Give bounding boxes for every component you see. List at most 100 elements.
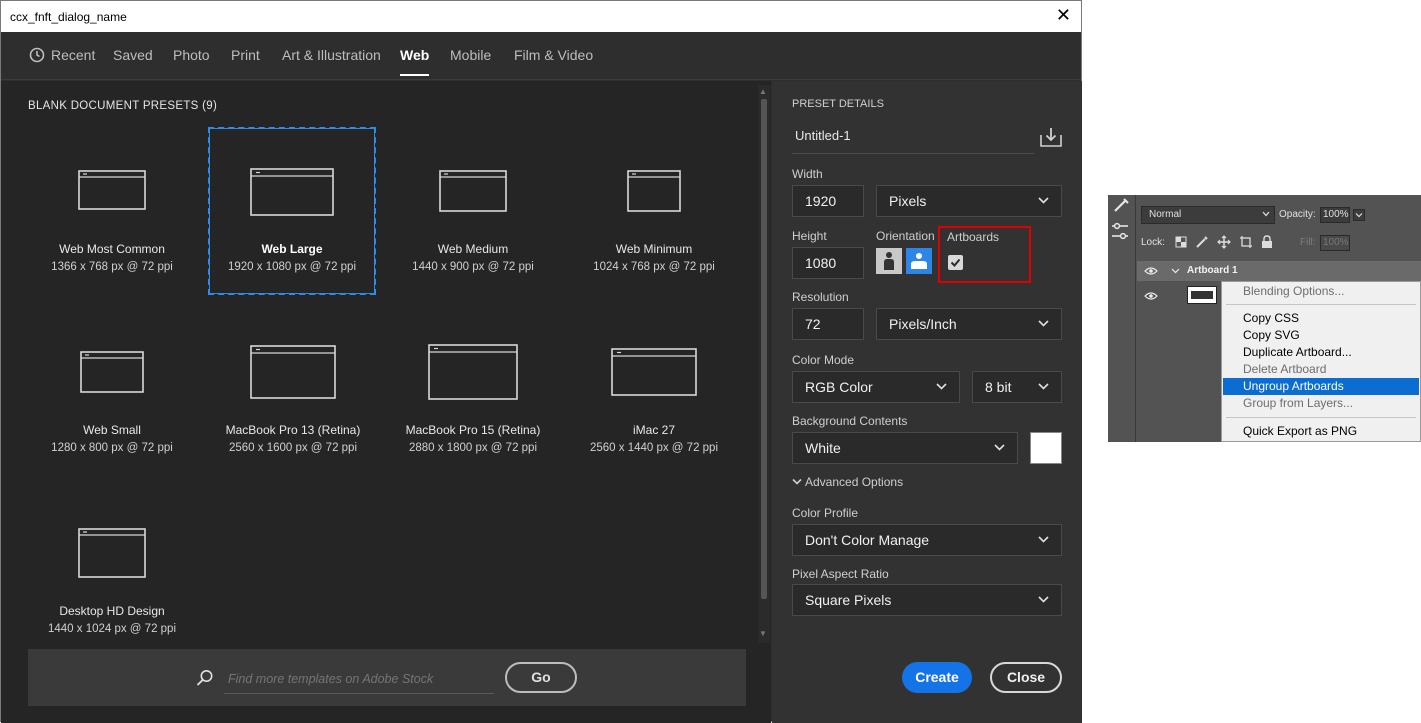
tab-film-video[interactable]: Film & Video [514,47,593,63]
preset-dimensions: 2880 x 1800 px @ 72 ppi [408,442,538,454]
lock-artboard-icon[interactable] [1239,235,1253,249]
blend-mode-dropdown[interactable]: Normal [1141,206,1275,224]
resolution-unit-dropdown[interactable]: Pixels/Inch [876,308,1062,340]
preset-card[interactable]: Web Most Common 1366 x 768 px @ 72 ppi [28,128,196,296]
document-name-field[interactable]: Untitled-1 [792,121,1034,154]
lock-all-icon[interactable] [1261,235,1273,249]
blend-mode-value: Normal [1149,209,1182,220]
menu-separator [1226,304,1416,305]
document-icon [78,528,146,578]
preset-card-selected[interactable]: Web Large 1920 x 1080 px @ 72 ppi [208,127,376,295]
artboards-checkbox[interactable] [948,255,963,270]
brush-icon[interactable] [1112,197,1130,213]
color-profile-value: Don't Color Manage [805,532,930,548]
tab-print[interactable]: Print [231,47,260,63]
pixel-aspect-ratio-value: Square Pixels [805,592,892,608]
fill-input[interactable]: 100% [1320,235,1350,251]
window-close-icon[interactable]: ✕ [1056,6,1071,26]
background-contents-dropdown[interactable]: White [792,432,1018,464]
chevron-down-icon[interactable] [1171,268,1180,274]
bit-depth-dropdown[interactable]: 8 bit [972,371,1062,403]
eye-icon[interactable] [1144,266,1158,276]
menu-item-delete-artboard[interactable]: Delete Artboard [1223,361,1419,378]
preset-card[interactable]: MacBook Pro 15 (Retina) 2880 x 1800 px @… [389,309,557,477]
create-button[interactable]: Create [902,662,972,693]
color-profile-dropdown[interactable]: Don't Color Manage [792,524,1062,556]
artboards-highlight-box: Artboards [938,226,1031,283]
tab-saved[interactable]: Saved [113,47,153,63]
opacity-input[interactable]: 100% [1320,207,1350,223]
preset-dimensions: 1440 x 900 px @ 72 ppi [412,261,534,273]
tab-photo[interactable]: Photo [173,47,210,63]
chevron-down-icon[interactable] [1353,209,1365,221]
go-button[interactable]: Go [505,662,577,693]
preset-dimensions: 1024 x 768 px @ 72 ppi [593,261,715,273]
background-contents-label: Background Contents [792,414,908,428]
chevron-down-icon [1038,596,1049,603]
presets-scrollbar[interactable]: ▲ ▼ [758,85,770,643]
width-unit-dropdown[interactable]: Pixels [876,185,1062,217]
presets-count: (9) [202,100,218,112]
preset-dimensions: 1440 x 1024 px @ 72 ppi [47,623,177,635]
scroll-down-icon[interactable]: ▼ [759,629,767,638]
bit-depth-value: 8 bit [985,379,1012,395]
presets-panel: BLANK DOCUMENT PRESETS (9) Web Most Comm… [1,81,771,723]
chevron-down-icon [1038,383,1049,390]
chevron-down-icon [792,478,802,485]
height-label: Height [792,229,827,243]
preset-card[interactable]: Desktop HD Design 1440 x 1024 px @ 72 pp… [28,490,196,658]
new-document-dialog: ccx_fnft_dialog_name ✕ Recent Saved Phot… [0,0,1082,723]
stock-search-input[interactable] [224,664,494,694]
portrait-orientation-button[interactable] [876,248,902,274]
menu-item-copy-svg[interactable]: Copy SVG [1223,327,1419,344]
advanced-options-toggle[interactable]: Advanced Options [792,475,903,489]
scrollbar-thumb[interactable] [761,99,767,599]
document-icon [611,348,697,396]
color-mode-value: RGB Color [805,379,873,395]
height-input[interactable]: 1080 [792,247,864,279]
preset-card[interactable]: iMac 27 2560 x 1440 px @ 72 ppi [570,309,738,477]
landscape-orientation-button[interactable] [906,248,932,274]
scroll-up-icon[interactable]: ▲ [759,87,767,96]
lock-position-icon[interactable] [1217,235,1231,249]
background-color-swatch[interactable] [1030,432,1062,464]
preset-card[interactable]: MacBook Pro 13 (Retina) 2560 x 1600 px @… [209,309,377,477]
width-input[interactable]: 1920 [792,185,864,217]
lock-transparent-pixels-icon[interactable] [1175,236,1187,248]
lock-label: Lock: [1141,237,1165,248]
resolution-unit-value: Pixels/Inch [889,316,957,332]
resolution-input[interactable]: 72 [792,308,864,340]
lock-image-pixels-icon[interactable] [1195,235,1209,249]
fill-label: Fill: [1300,237,1316,248]
close-button[interactable]: Close [990,662,1062,693]
chevron-down-icon [1262,211,1270,217]
menu-item-ungroup-artboards[interactable]: Ungroup Artboards [1223,378,1419,395]
category-tabs: Recent Saved Photo Print Art & Illustrat… [1,32,1081,80]
layer-row-artboard[interactable]: Artboard 1 [1137,261,1421,281]
document-icon [428,344,518,400]
landscape-icon [911,253,927,269]
eye-icon[interactable] [1144,291,1158,301]
tab-art-illustration[interactable]: Art & Illustration [282,47,381,63]
color-mode-dropdown[interactable]: RGB Color [792,371,960,403]
tools-strip [1108,195,1136,442]
menu-item-duplicate-artboard[interactable]: Duplicate Artboard... [1223,344,1419,361]
orientation-label: Orientation [876,229,935,243]
preset-card[interactable]: Web Minimum 1024 x 768 px @ 72 ppi [570,128,738,296]
menu-item-quick-export-png[interactable]: Quick Export as PNG [1223,423,1419,440]
preset-card[interactable]: Web Medium 1440 x 900 px @ 72 ppi [389,128,557,296]
adjust-sliders-icon[interactable] [1110,221,1130,243]
layer-thumbnail [1187,286,1217,304]
tab-mobile[interactable]: Mobile [450,47,491,63]
advanced-options-label: Advanced Options [805,475,904,489]
menu-item-group-from-layers[interactable]: Group from Layers... [1223,395,1419,412]
menu-item-blending-options[interactable]: Blending Options... [1223,283,1419,300]
pixel-aspect-ratio-dropdown[interactable]: Square Pixels [792,584,1062,616]
menu-item-copy-css[interactable]: Copy CSS [1223,310,1419,327]
tab-web[interactable]: Web [400,47,430,76]
preset-name: Web Large [261,242,323,256]
document-icon [250,168,334,216]
save-preset-icon[interactable] [1040,127,1062,147]
tab-recent[interactable]: Recent [51,47,95,63]
preset-card[interactable]: Web Small 1280 x 800 px @ 72 ppi [28,309,196,477]
